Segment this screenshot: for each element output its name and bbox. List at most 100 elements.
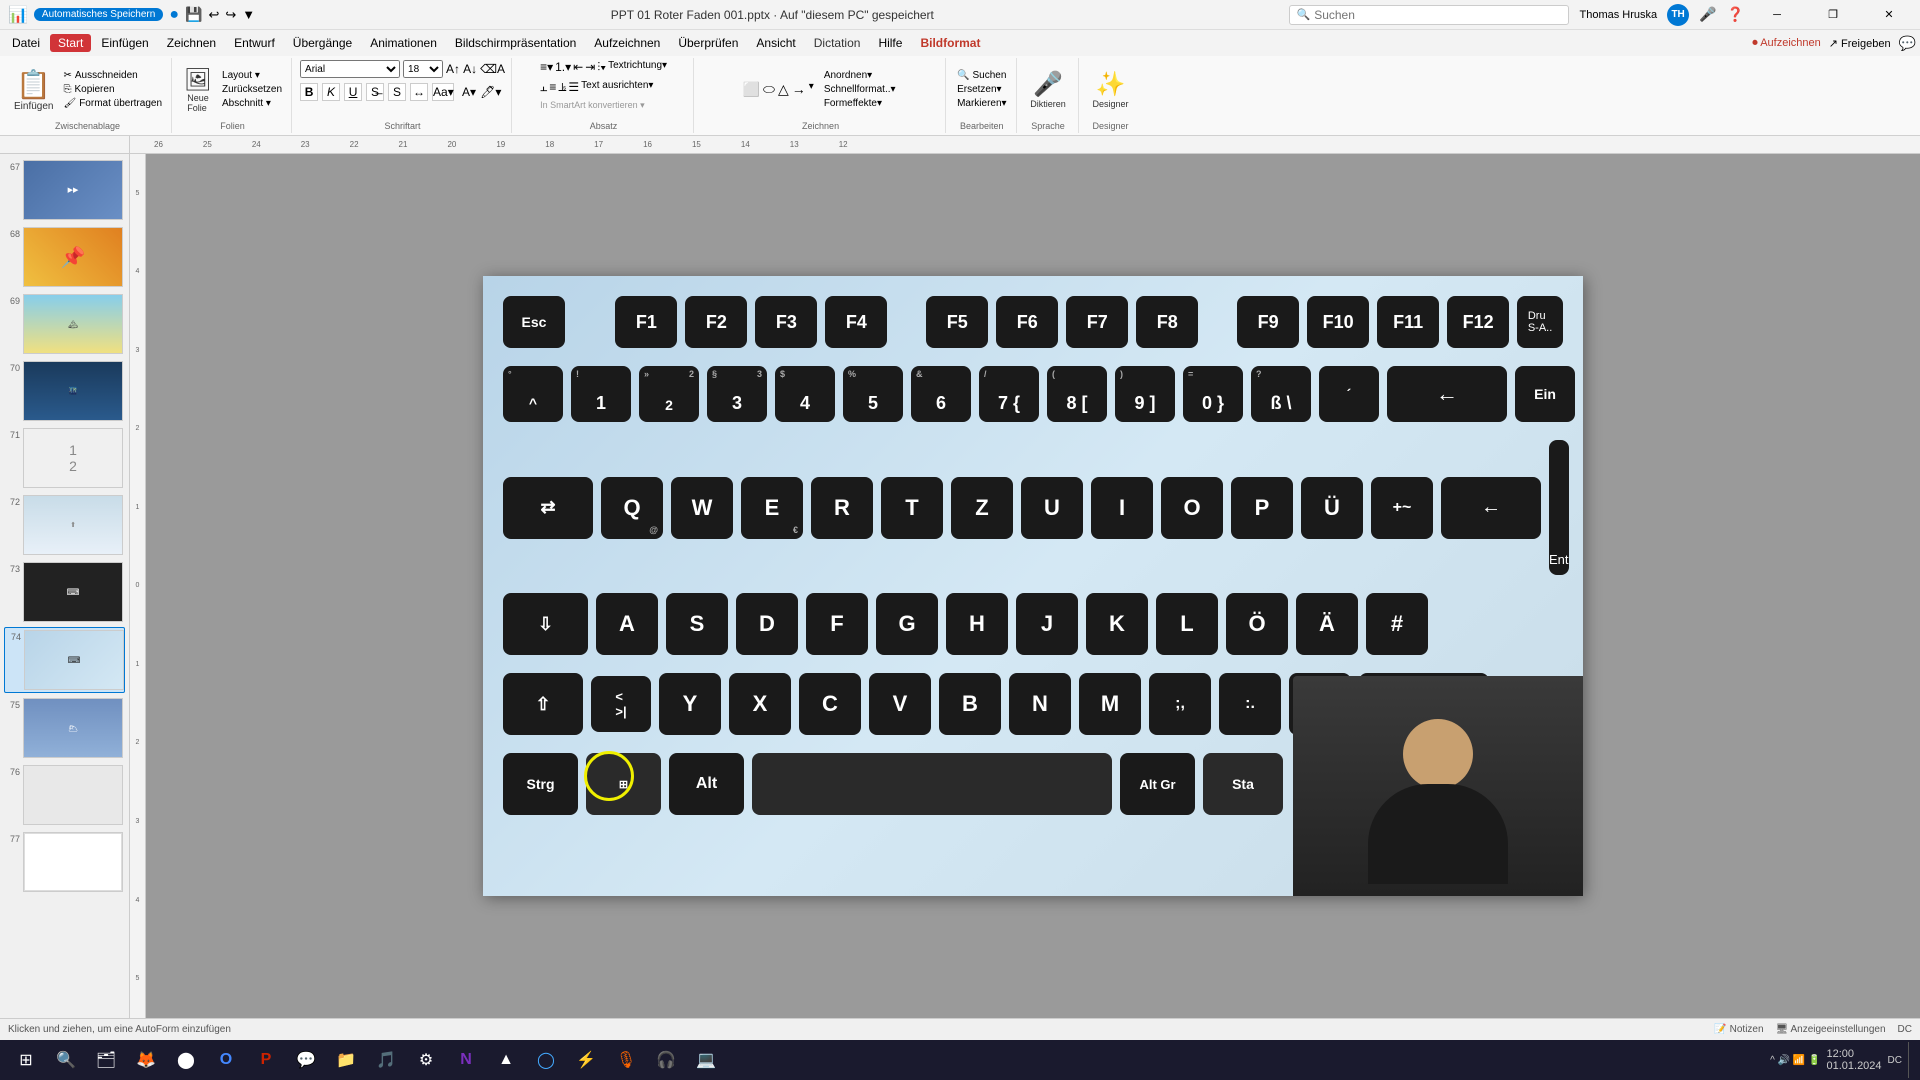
layout-btn[interactable]: Layout ▾ — [219, 69, 285, 82]
align-left-btn[interactable]: ⫠ — [540, 80, 547, 95]
restore-button[interactable]: ❐ — [1810, 0, 1856, 30]
slide-thumb-71[interactable]: 71 12 — [4, 426, 125, 490]
display-settings-btn[interactable]: 🖥 Anzeigeeinstellungen — [1776, 1024, 1886, 1035]
markieren-btn[interactable]: Markieren▾ — [954, 97, 1009, 110]
taskbar-clock[interactable]: 12:0001.01.2024 — [1826, 1048, 1881, 1072]
taskbar-powerpoint-btn[interactable]: P — [248, 1042, 284, 1078]
taskbar-app17-btn[interactable]: 🎧 — [648, 1042, 684, 1078]
taskbar-teams-btn[interactable]: 💬 — [288, 1042, 324, 1078]
anordnen-btn[interactable]: Anordnen▾ — [821, 69, 899, 82]
kopieren-btn[interactable]: ⎘ Kopieren — [60, 83, 165, 96]
slide-thumb-73[interactable]: 73 ⌨ — [4, 560, 125, 624]
menu-ueberpruefen[interactable]: Überprüfen — [670, 34, 746, 52]
taskbar-app15-btn[interactable]: ⚡ — [568, 1042, 604, 1078]
char-spacing-btn[interactable]: ↔ — [410, 83, 428, 101]
menu-animationen[interactable]: Animationen — [362, 34, 445, 52]
menu-dictation[interactable]: Dictation — [806, 34, 869, 52]
italic-btn[interactable]: K — [322, 83, 340, 101]
search-box[interactable]: 🔍 — [1289, 5, 1569, 25]
indent-more-btn[interactable]: ⇥ — [585, 60, 595, 75]
minimize-button[interactable]: ─ — [1754, 0, 1800, 30]
slide-thumb-70[interactable]: 70 🌃 — [4, 359, 125, 423]
autosave-toggle[interactable]: Automatisches Speichern — [34, 8, 163, 21]
ersetzen-btn[interactable]: Ersetzen▾ — [954, 83, 1009, 96]
taskbar-app14-btn[interactable]: ◯ — [528, 1042, 564, 1078]
taskbar-chrome-btn[interactable]: ⬤ — [168, 1042, 204, 1078]
close-button[interactable]: ✕ — [1866, 0, 1912, 30]
neue-folie-btn[interactable]: 🖼 NeueFolie — [180, 65, 216, 115]
taskbar-firefox-btn[interactable]: 🦊 — [128, 1042, 164, 1078]
slide-thumb-77[interactable]: 77 — [4, 830, 125, 894]
taskbar-tray-icons[interactable]: ^ 🔊 📶 🔋 — [1770, 1055, 1820, 1066]
menu-zeichnen[interactable]: Zeichnen — [159, 34, 224, 52]
font-color-btn[interactable]: A▾ — [462, 85, 476, 99]
clear-format-btn[interactable]: ⌫A — [480, 62, 505, 76]
taskbar-music-btn[interactable]: 🎵 — [368, 1042, 404, 1078]
formeffekte-btn[interactable]: Formeffekte▾ — [821, 97, 899, 110]
menu-aufzeichnen[interactable]: Aufzeichnen — [586, 34, 668, 52]
taskbar-app18-btn[interactable]: 💻 — [688, 1042, 724, 1078]
decrease-font-btn[interactable]: A↓ — [463, 62, 477, 76]
highlight-color-btn[interactable]: 🖊▾ — [480, 85, 501, 99]
menu-entwurf[interactable]: Entwurf — [226, 34, 283, 52]
menu-bildschirmpraestation[interactable]: Bildschirmpräsentation — [447, 34, 584, 52]
slide-thumb-72[interactable]: 72 ⬆ — [4, 493, 125, 557]
taskbar-show-desktop-btn[interactable] — [1908, 1042, 1912, 1078]
ribbon-collapse-icon[interactable]: 🎤 — [1699, 6, 1716, 23]
taskbar-start-btn[interactable]: ⊞ — [8, 1042, 44, 1078]
save-icon[interactable]: 💾 — [185, 6, 202, 23]
textrichtung-btn[interactable]: Textrichtung▾ — [608, 60, 667, 75]
shadow-btn[interactable]: S — [388, 83, 406, 101]
taskbar-onenote-btn[interactable]: N — [448, 1042, 484, 1078]
zuruecksetzen-btn[interactable]: Zurücksetzen — [219, 83, 285, 96]
abschnitt-btn[interactable]: Abschnitt ▾ — [219, 97, 285, 110]
freigeben-btn[interactable]: ↗ Freigeben — [1829, 37, 1891, 50]
list-ordered-btn[interactable]: 1.▾ — [555, 60, 571, 75]
slide-thumb-68[interactable]: 68 📌 — [4, 225, 125, 289]
taskbar-taskview-btn[interactable]: 🗂 — [88, 1042, 124, 1078]
align-justify-btn[interactable]: ☰ — [568, 80, 579, 95]
menu-hilfe[interactable]: Hilfe — [870, 34, 910, 52]
font-family-select[interactable]: Arial — [300, 60, 400, 78]
menu-bildformat[interactable]: Bildformat — [912, 34, 988, 52]
bold-btn[interactable]: B — [300, 83, 318, 101]
indent-less-btn[interactable]: ⇤ — [573, 60, 583, 75]
customize-btn[interactable]: ▼ — [242, 7, 255, 22]
case-btn[interactable]: Aa▾ — [432, 83, 454, 101]
slide-thumb-69[interactable]: 69 🏔 — [4, 292, 125, 356]
strikethrough-btn[interactable]: S̶ — [366, 83, 384, 101]
rect-icon[interactable]: ⬜ — [743, 81, 760, 98]
undo-btn[interactable]: ↩ — [208, 7, 219, 23]
suchen-btn[interactable]: 🔍 Suchen — [954, 69, 1009, 82]
underline-btn[interactable]: U — [344, 83, 362, 101]
designer-btn[interactable]: ✨ Designer — [1089, 68, 1133, 111]
taskbar-search-btn[interactable]: 🔍 — [48, 1042, 84, 1078]
oval-icon[interactable]: ⬭ — [763, 81, 775, 98]
align-distribute-btn[interactable]: Text ausrichten▾ — [581, 80, 653, 95]
taskbar-outlook-btn[interactable]: O — [208, 1042, 244, 1078]
triangle-icon[interactable]: △ — [778, 81, 789, 98]
font-size-select[interactable]: 18 — [403, 60, 443, 78]
taskbar-app13-btn[interactable]: ▲ — [488, 1042, 524, 1078]
taskbar-settings-btn[interactable]: ⚙ — [408, 1042, 444, 1078]
columns-btn[interactable]: ⫶▾ — [597, 60, 606, 75]
slide-thumb-75[interactable]: 75 🌥 — [4, 696, 125, 760]
help-icon[interactable]: ❓ — [1727, 6, 1744, 23]
taskbar-explorer-btn[interactable]: 📁 — [328, 1042, 364, 1078]
slide-thumb-67[interactable]: 67 ▶▶ — [4, 158, 125, 222]
ausschneiden-btn[interactable]: ✂ Ausschneiden — [60, 69, 165, 82]
list-unordered-btn[interactable]: ≡▾ — [540, 60, 553, 75]
einfuegen-btn[interactable]: 📋 Einfügen — [10, 66, 57, 114]
menu-einfuegen[interactable]: Einfügen — [93, 34, 156, 52]
align-center-btn[interactable]: ≡ — [549, 80, 556, 95]
schnellformatvorlage-btn[interactable]: Schnellformat..▾ — [821, 83, 899, 96]
slide-thumb-76[interactable]: 76 — [4, 763, 125, 827]
smartart-btn[interactable]: In SmartArt konvertieren ▾ — [540, 100, 645, 111]
redo-btn[interactable]: ↪ — [225, 7, 236, 23]
shapes-more-btn[interactable]: ▾ — [809, 81, 814, 98]
menu-start[interactable]: Start — [50, 34, 91, 52]
slide-thumb-74[interactable]: 74 ⌨ — [4, 627, 125, 693]
arrow-icon[interactable]: → — [792, 81, 806, 98]
aufzeichnen-btn[interactable]: ⏺ Aufzeichnen — [1752, 37, 1821, 50]
format-btn[interactable]: 🖌 Format übertragen — [60, 97, 165, 110]
